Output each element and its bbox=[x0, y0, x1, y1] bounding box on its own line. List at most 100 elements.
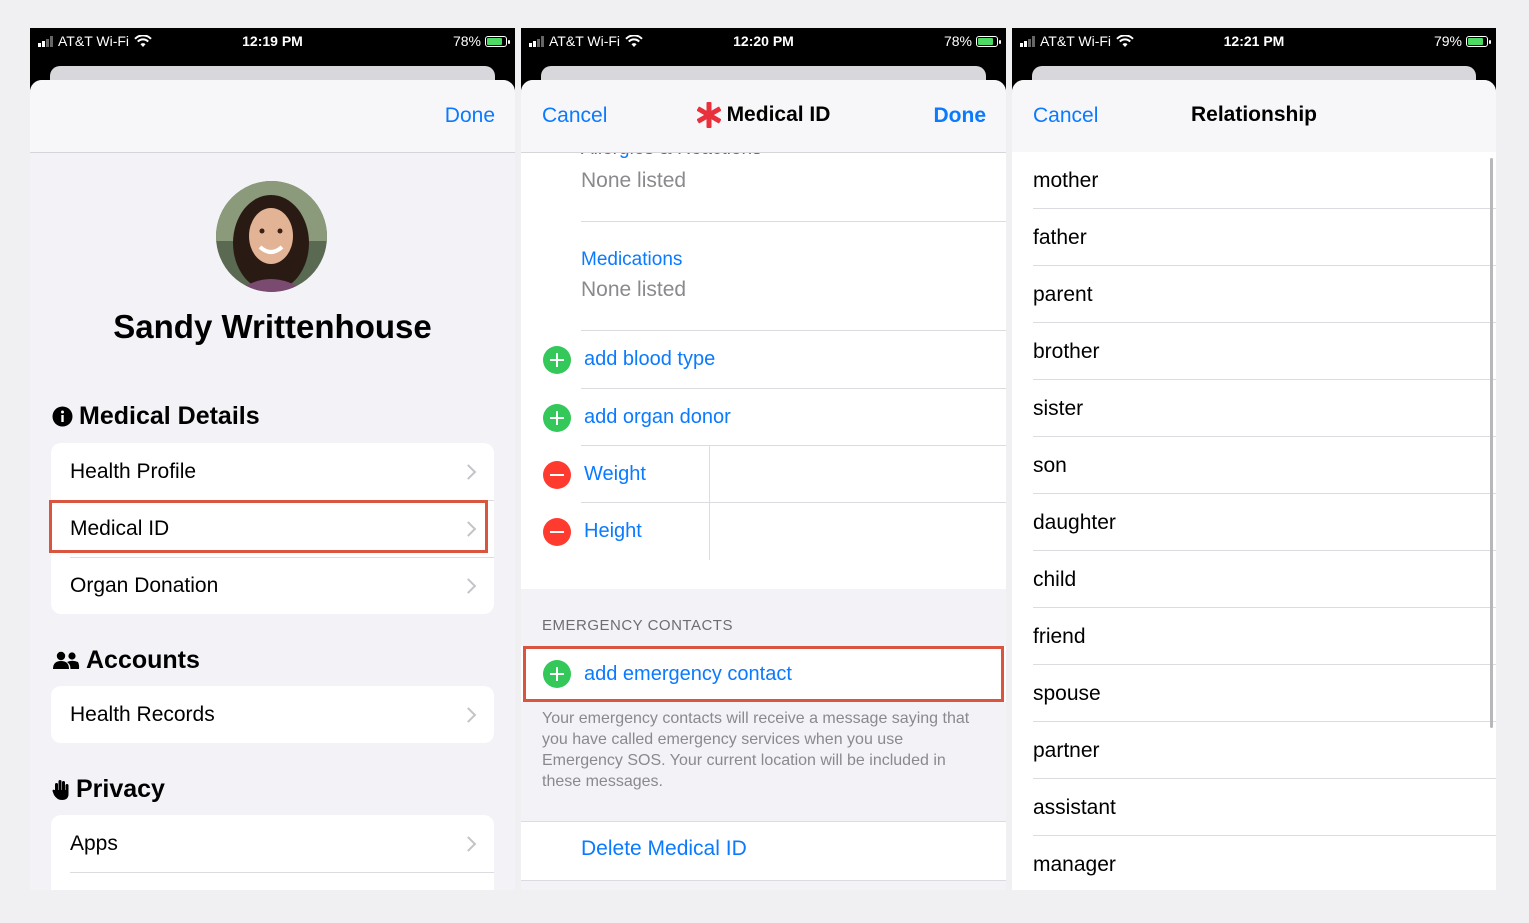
relationship-option[interactable]: daughter bbox=[1012, 494, 1496, 551]
relationship-option[interactable]: mother bbox=[1012, 152, 1496, 209]
row-health-profile[interactable]: Health Profile bbox=[51, 443, 494, 500]
add-organ-donor-row[interactable]: add organ donor bbox=[521, 389, 1006, 446]
add-icon[interactable] bbox=[543, 403, 571, 432]
emergency-contacts-caption: EMERGENCY CONTACTS bbox=[542, 617, 733, 634]
delete-medical-id-button[interactable]: Delete Medical ID bbox=[581, 837, 747, 861]
relationship-option[interactable]: manager bbox=[1012, 836, 1496, 890]
relationship-option[interactable]: assistant bbox=[1012, 779, 1496, 836]
add-icon[interactable] bbox=[543, 345, 571, 374]
relationship-label: brother bbox=[1033, 339, 1100, 363]
done-button[interactable]: Done bbox=[934, 104, 987, 128]
highlight-box-emergency-contact bbox=[523, 646, 1004, 702]
emergency-footnote: Your emergency contacts will receive a m… bbox=[542, 710, 970, 790]
relationship-list: mother father parent brother sister son daught… bbox=[1012, 152, 1496, 890]
battery-icon bbox=[1466, 35, 1491, 47]
section-title-privacy: Privacy bbox=[76, 775, 165, 803]
row-apps[interactable]: Apps bbox=[51, 815, 494, 872]
row-label: Organ Donation bbox=[70, 573, 219, 597]
chevron-right-icon bbox=[460, 463, 477, 480]
status-bar: AT&T Wi-Fi 12:21 PM 79% bbox=[1012, 28, 1496, 56]
relationship-label: son bbox=[1033, 453, 1067, 477]
height-label: Height bbox=[584, 520, 642, 542]
relationship-label: spouse bbox=[1033, 681, 1101, 705]
nav-bar: Done bbox=[30, 80, 515, 153]
fields-area: Allergies & Reactions None listed Medica… bbox=[521, 138, 1006, 589]
chevron-right-icon bbox=[460, 706, 477, 723]
weight-label: Weight bbox=[584, 463, 646, 485]
done-button[interactable]: Done bbox=[445, 104, 495, 128]
relationship-option[interactable]: sister bbox=[1012, 380, 1496, 437]
sheet: Allergies & Reactions None listed Medica… bbox=[521, 80, 1006, 890]
battery-percent: 79% bbox=[1433, 33, 1462, 49]
relationship-label: father bbox=[1033, 225, 1087, 249]
divider bbox=[581, 221, 1006, 222]
nav-bar: Cancel Relationship bbox=[1012, 80, 1496, 153]
column-divider bbox=[709, 503, 710, 560]
relationship-option[interactable]: child bbox=[1012, 551, 1496, 608]
battery-icon bbox=[976, 35, 1001, 47]
section-title-accounts: Accounts bbox=[86, 646, 200, 674]
clock: 12:19 PM bbox=[242, 33, 303, 49]
medications-label: Medications bbox=[581, 249, 683, 270]
medical-asterisk-icon bbox=[696, 102, 721, 128]
row-partial bbox=[51, 872, 494, 890]
scrollbar[interactable] bbox=[1490, 158, 1493, 728]
row-health-records[interactable]: Health Records bbox=[51, 686, 494, 743]
accounts-group: Health Records bbox=[51, 686, 494, 743]
add-blood-type-row[interactable]: add blood type bbox=[521, 331, 1006, 388]
medications-value[interactable]: None listed bbox=[581, 278, 686, 302]
battery-icon bbox=[485, 35, 510, 47]
column-divider bbox=[709, 446, 710, 503]
relationship-option[interactable]: spouse bbox=[1012, 665, 1496, 722]
battery-percent: 78% bbox=[943, 33, 972, 49]
clock: 12:20 PM bbox=[733, 33, 794, 49]
relationship-label: sister bbox=[1033, 396, 1084, 420]
panel-medical-id-edit: AT&T Wi-Fi 12:20 PM 78% Allergies & Reac… bbox=[521, 28, 1006, 890]
delete-area: Delete Medical ID bbox=[521, 821, 1006, 881]
relationship-label: friend bbox=[1033, 624, 1086, 648]
people-icon bbox=[53, 651, 80, 669]
relationship-option[interactable]: son bbox=[1012, 437, 1496, 494]
relationship-option[interactable]: partner bbox=[1012, 722, 1496, 779]
relationship-label: manager bbox=[1033, 852, 1116, 876]
remove-icon[interactable] bbox=[543, 460, 571, 489]
relationship-label: daughter bbox=[1033, 510, 1116, 534]
battery-percent: 78% bbox=[452, 33, 481, 49]
nav-title: Relationship bbox=[1190, 103, 1317, 126]
nav-title: Medical ID bbox=[726, 103, 831, 126]
relationship-label: assistant bbox=[1033, 795, 1116, 819]
allergies-value[interactable]: None listed bbox=[581, 169, 686, 193]
row-label: Apps bbox=[70, 831, 118, 855]
relationship-option[interactable]: friend bbox=[1012, 608, 1496, 665]
relationship-label: parent bbox=[1033, 282, 1093, 306]
hand-icon bbox=[52, 779, 69, 800]
relationship-option[interactable]: father bbox=[1012, 209, 1496, 266]
panel-relationship: AT&T Wi-Fi 12:21 PM 79% Cancel Relations… bbox=[1012, 28, 1496, 890]
status-bar: AT&T Wi-Fi 12:19 PM 78% bbox=[30, 28, 515, 56]
remove-icon[interactable] bbox=[543, 517, 571, 546]
section-title-medical-details: Medical Details bbox=[79, 402, 260, 430]
row-label: Health Profile bbox=[70, 459, 197, 483]
sheet: Done Sandy Writtenhouse Medical Details … bbox=[30, 80, 515, 890]
nav-bar: Cancel Medical ID Done bbox=[521, 80, 1006, 153]
row-label: Health Records bbox=[70, 702, 215, 726]
chevron-right-icon bbox=[460, 577, 477, 594]
chevron-right-icon bbox=[460, 835, 477, 852]
relationship-label: mother bbox=[1033, 168, 1099, 192]
add-blood-type-label: add blood type bbox=[584, 348, 716, 370]
relationship-option[interactable]: parent bbox=[1012, 266, 1496, 323]
row-organ-donation[interactable]: Organ Donation bbox=[51, 557, 494, 614]
status-bar: AT&T Wi-Fi 12:20 PM 78% bbox=[521, 28, 1006, 56]
highlight-box-medical-id bbox=[49, 500, 488, 553]
relationship-option[interactable]: brother bbox=[1012, 323, 1496, 380]
info-circle-icon bbox=[52, 406, 73, 427]
weight-row[interactable]: Weight bbox=[521, 446, 1006, 503]
privacy-group: Apps bbox=[51, 815, 494, 890]
panel-health-profile: AT&T Wi-Fi 12:19 PM 78% Done Sandy Writt… bbox=[30, 28, 515, 890]
add-organ-donor-label: add organ donor bbox=[584, 406, 731, 428]
height-row[interactable]: Height bbox=[521, 503, 1006, 560]
sheet: Cancel Relationship mother father parent br… bbox=[1012, 80, 1496, 890]
avatar[interactable] bbox=[216, 181, 327, 292]
clock: 12:21 PM bbox=[1223, 33, 1285, 49]
profile-name: Sandy Writtenhouse bbox=[113, 308, 432, 345]
